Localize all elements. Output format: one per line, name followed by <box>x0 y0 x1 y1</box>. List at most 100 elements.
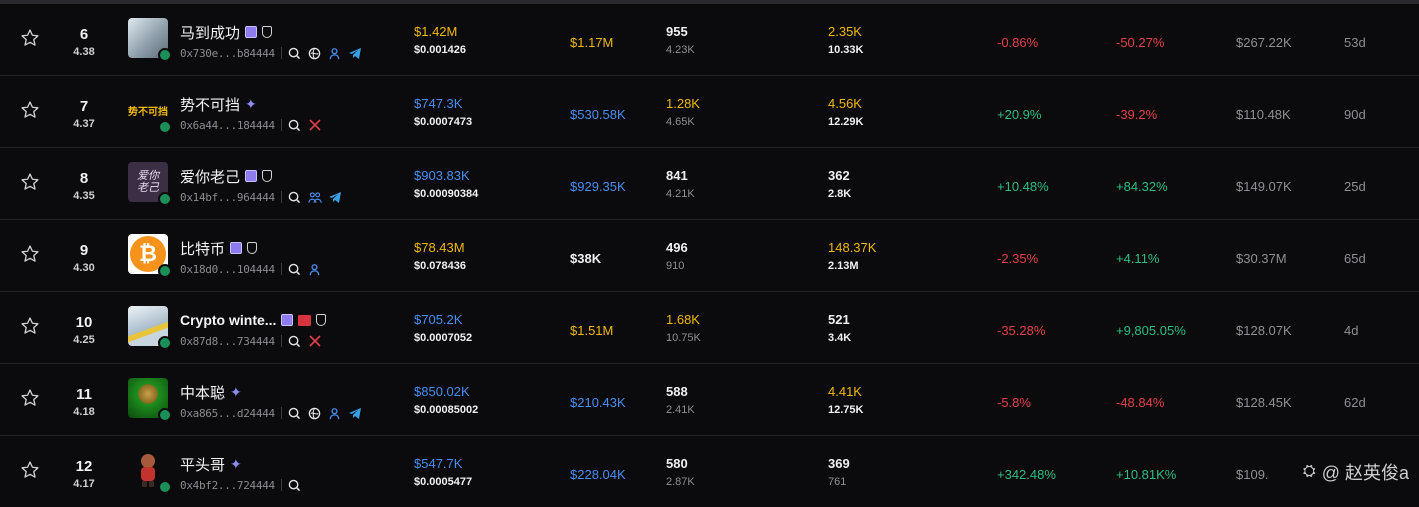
website-icon[interactable] <box>308 46 322 60</box>
rank-score: 4.35 <box>73 190 95 202</box>
search-icon[interactable] <box>288 262 302 276</box>
transactions: 955 4.23K <box>666 24 695 57</box>
volume-sub: 12.75K <box>828 404 864 416</box>
market-cap: $705.2K $0.0007052 <box>414 312 472 345</box>
chain-icon <box>158 192 172 206</box>
sparkle-icon: ✦ <box>230 384 242 400</box>
txns-sub: 10.75K <box>666 332 701 344</box>
favorite-star-icon[interactable] <box>20 460 40 480</box>
transactions: 841 4.21K <box>666 168 695 201</box>
rank: 6 4.38 <box>60 26 108 59</box>
contract-address[interactable]: 0x6a44...184444 <box>180 119 275 132</box>
token-avatar[interactable]: 爱你老己 <box>128 162 172 206</box>
rank-score: 4.25 <box>73 334 95 346</box>
search-icon[interactable] <box>288 478 302 492</box>
token-price: $0.00085002 <box>414 404 479 416</box>
token-name[interactable]: 势不可挡 <box>180 94 240 115</box>
divider <box>280 47 282 59</box>
volume-sub: 12.29K <box>828 116 864 128</box>
token-name[interactable]: 中本聪 <box>180 382 225 403</box>
token-price: $0.0007052 <box>414 332 473 344</box>
change-short: +20.9% <box>997 107 1042 122</box>
txns-sub: 2.41K <box>666 404 695 416</box>
contract-address[interactable]: 0x87d8...734444 <box>180 335 275 348</box>
favorite-star-icon[interactable] <box>20 244 40 264</box>
shield-icon <box>247 242 258 254</box>
users-icon[interactable] <box>308 190 322 204</box>
token-avatar[interactable] <box>128 306 172 350</box>
volume-value: 148.37K <box>828 240 877 255</box>
table-row[interactable]: 10 4.25 Crypto winte... 0x87d8...734444 … <box>0 292 1419 364</box>
token-age: 4d <box>1344 323 1359 338</box>
contract-address[interactable]: 0x18d0...104444 <box>180 263 275 276</box>
token-name[interactable]: 平头哥 <box>180 454 225 475</box>
txns-value: 1.28K <box>666 96 700 111</box>
table-row[interactable]: 12 4.17 平头哥 ✦ 0x4bf2...724444 $547.7K $0… <box>0 436 1419 507</box>
rank-number: 8 <box>79 170 89 187</box>
contract-address[interactable]: 0xa865...d24444 <box>180 407 275 420</box>
telegram-icon[interactable] <box>348 46 362 60</box>
volume-value: 521 <box>828 312 850 327</box>
table-row[interactable]: 8 4.35 爱你老己 爱你老己 0x14bf...964444 $903.83… <box>0 148 1419 220</box>
verified-badge-icon <box>245 170 258 182</box>
table-row[interactable]: 7 4.37 势不可挡 势不可挡 ✦ 0x6a44...184444 $747.… <box>0 76 1419 148</box>
website-icon[interactable] <box>308 406 322 420</box>
token-price: $0.078436 <box>414 260 466 272</box>
table-row[interactable]: 6 4.38 马到成功 0x730e...b84444 $1.42M $0.00… <box>0 4 1419 76</box>
token-age: 65d <box>1344 251 1366 266</box>
contract-address[interactable]: 0x730e...b84444 <box>180 47 275 60</box>
search-icon[interactable] <box>288 118 302 132</box>
contract-address[interactable]: 0x14bf...964444 <box>180 191 275 204</box>
rank-score: 4.18 <box>73 406 95 418</box>
favorite-star-icon[interactable] <box>20 100 40 120</box>
user-icon[interactable] <box>308 262 322 276</box>
x-twitter-icon[interactable] <box>308 118 322 132</box>
search-icon[interactable] <box>288 406 302 420</box>
transactions: 1.68K 10.75K <box>666 312 701 345</box>
favorite-star-icon[interactable] <box>20 172 40 192</box>
divider <box>280 479 282 491</box>
table-row[interactable]: 9 4.30 ₿ 比特币 0x18d0...104444 $78.43M $0.… <box>0 220 1419 292</box>
token-avatar[interactable] <box>128 450 172 494</box>
verified-badge-icon <box>245 26 258 38</box>
txns-value: 1.68K <box>666 312 700 327</box>
token-name[interactable]: Crypto winte... <box>180 312 276 328</box>
search-icon[interactable] <box>288 334 302 348</box>
divider <box>280 191 282 203</box>
token-avatar[interactable]: 势不可挡 <box>128 90 172 134</box>
telegram-icon[interactable] <box>328 190 342 204</box>
change-short: +10.48% <box>997 179 1049 194</box>
token-avatar[interactable]: ₿ <box>128 234 172 278</box>
rank-number: 11 <box>76 386 92 403</box>
search-icon[interactable] <box>288 190 302 204</box>
search-icon[interactable] <box>288 46 302 60</box>
transactions: 496 910 <box>666 240 688 273</box>
token-name[interactable]: 马到成功 <box>180 22 240 43</box>
contract-address[interactable]: 0x4bf2...724444 <box>180 479 275 492</box>
token-age: 62d <box>1344 395 1366 410</box>
favorite-star-icon[interactable] <box>20 388 40 408</box>
market-cap: $850.02K $0.00085002 <box>414 384 478 417</box>
chain-icon <box>158 408 172 422</box>
token-name[interactable]: 爱你老己 <box>180 166 240 187</box>
token-name[interactable]: 比特币 <box>180 238 225 259</box>
rank-score: 4.30 <box>73 262 95 274</box>
liquidity: $1.17M <box>570 35 614 50</box>
chain-icon <box>158 120 172 134</box>
user-icon[interactable] <box>328 406 342 420</box>
volume-sub: 2.8K <box>828 188 852 200</box>
token-avatar[interactable] <box>128 18 172 62</box>
user-icon[interactable] <box>328 46 342 60</box>
market-cap: $903.83K $0.00090384 <box>414 168 478 201</box>
favorite-star-icon[interactable] <box>20 316 40 336</box>
token-age: 53d <box>1344 35 1366 50</box>
favorite-star-icon[interactable] <box>20 28 40 48</box>
telegram-icon[interactable] <box>348 406 362 420</box>
liquidity: $929.35K <box>570 179 626 194</box>
divider <box>280 407 282 419</box>
token-avatar[interactable] <box>128 378 172 422</box>
x-twitter-icon[interactable] <box>308 334 322 348</box>
market-cap-value: $705.2K <box>414 312 463 327</box>
table-row[interactable]: 11 4.18 中本聪 ✦ 0xa865...d24444 $850.02K $… <box>0 364 1419 436</box>
liquidity: $38K <box>570 251 602 266</box>
